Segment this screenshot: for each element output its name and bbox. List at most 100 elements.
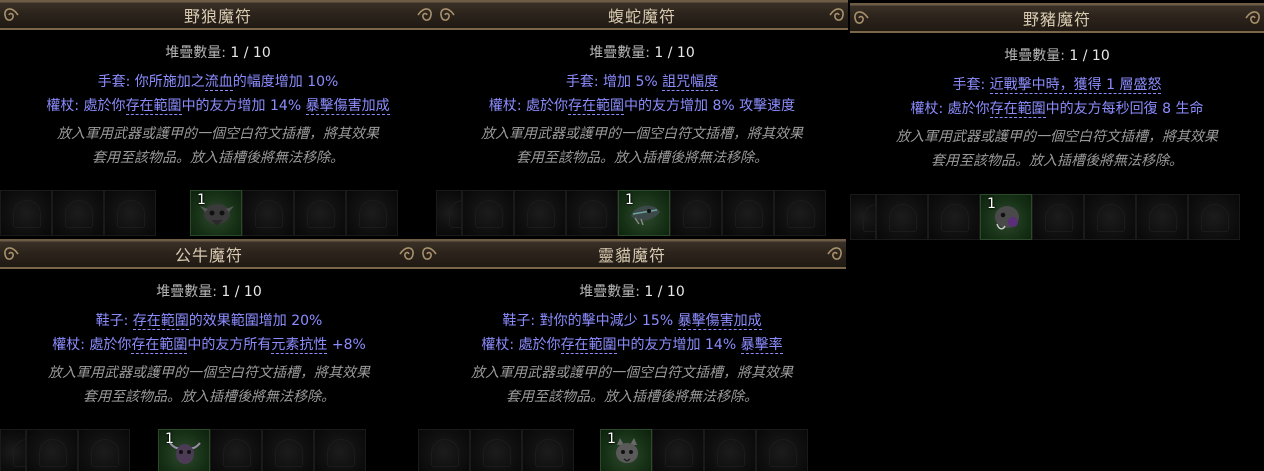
flavor-text: 放入軍用武器或護甲的一個空白符文插槽，將其效果 套用至該物品。放入插槽後將無法移… [436, 122, 848, 170]
mod-text: 中的友方所有 [187, 337, 272, 353]
stack-value: 1 / 10 [644, 284, 685, 300]
keyword-link[interactable]: 流血 [204, 74, 233, 91]
inventory-slot[interactable] [670, 190, 722, 236]
inventory-slot[interactable] [774, 190, 826, 236]
boar-skull-icon [989, 200, 1025, 238]
ornament-right-icon [1244, 7, 1262, 29]
flavor-line: 套用至該物品。放入插槽後將無法移除。 [92, 150, 344, 166]
inventory-slot[interactable] [294, 190, 346, 236]
keyword-link[interactable]: 存在範圍 [132, 313, 189, 330]
ornament-right-icon [828, 4, 846, 26]
tooltip-panel-bull: 公牛魔符 堆疊數量: 1 / 10 鞋子: 存在範圍的效果範圍增加 20% 權杖… [0, 239, 418, 471]
stack-size: 堆疊數量: 1 / 10 [850, 45, 1264, 67]
flavor-line: 套用至該物品。放入插槽後將無法移除。 [516, 150, 768, 166]
tooltip-panel-cat: 靈貓魔符 堆疊數量: 1 / 10 鞋子: 對你的擊中減少 15% 暴擊傷害加成… [418, 239, 846, 471]
ornament-left-icon [438, 4, 456, 26]
mod-line: 手套: 增加 5% 詛咒幅度 [436, 70, 848, 94]
stack-label: 堆疊數量: [579, 284, 645, 300]
inventory-slot[interactable] [104, 190, 156, 236]
stack-label: 堆疊數量: [1004, 48, 1070, 64]
mod-line: 權杖: 處於你存在範圍中的友方每秒回復 8 生命 [850, 97, 1264, 121]
inventory-slot[interactable] [514, 190, 566, 236]
keyword-link[interactable]: 暴擊率 [740, 337, 783, 354]
inventory-slot[interactable] [78, 429, 130, 471]
inventory-slot[interactable] [210, 429, 262, 471]
inventory-slot[interactable] [522, 429, 574, 471]
inventory-slot[interactable] [722, 190, 774, 236]
inventory-slot[interactable] [0, 429, 41, 471]
inventory-slot[interactable] [52, 190, 104, 236]
mod-line: 權杖: 處於你存在範圍中的友方增加 14% 暴擊率 [418, 333, 846, 357]
inventory-slot[interactable] [1032, 194, 1084, 240]
keyword-link[interactable]: 暴擊傷害加成 [305, 98, 390, 115]
inventory-slot[interactable] [652, 429, 704, 471]
keyword-link[interactable]: 存在範圍 [560, 337, 617, 354]
ornament-left-icon [2, 243, 20, 265]
inventory-slot[interactable] [1136, 194, 1188, 240]
keyword-link[interactable]: 暴擊傷害加成 [677, 313, 762, 330]
flavor-text: 放入軍用武器或護甲的一個空白符文插槽，將其效果 套用至該物品。放入插槽後將無法移… [0, 361, 418, 409]
inventory-slot[interactable] [314, 429, 366, 471]
inventory-slot[interactable] [242, 190, 294, 236]
mod-text: 權杖: 處於你 [52, 337, 132, 353]
flavor-line: 放入軍用武器或護甲的一個空白符文插槽，將其效果 [471, 365, 793, 381]
inventory-slot[interactable] [876, 194, 928, 240]
keyword-link[interactable]: 存在範圍 [568, 98, 625, 115]
mod-text: 的效果範圍增加 20% [188, 313, 323, 329]
keyword-link[interactable]: 元素抗性 [271, 337, 328, 354]
inventory-slot[interactable] [346, 190, 398, 236]
inventory-strip: 1 [0, 429, 418, 471]
mod-text: 中的友方每秒回復 8 生命 [1045, 101, 1204, 117]
flavor-line: 放入軍用武器或護甲的一個空白符文插槽，將其效果 [481, 126, 803, 142]
ornament-left-icon [2, 4, 20, 26]
keyword-link[interactable]: 存在範圍 [125, 98, 182, 115]
mod-line: 鞋子: 對你的擊中減少 15% 暴擊傷害加成 [418, 309, 846, 333]
inventory-slot[interactable] [1084, 194, 1136, 240]
inventory-slot[interactable] [470, 429, 522, 471]
keyword-link[interactable]: 近戰擊中時，獲得 1 層盛怒 [989, 77, 1162, 94]
tooltip-header: 野狼魔符 [0, 0, 436, 30]
inventory-slot[interactable] [0, 190, 52, 236]
tooltip-stage: 野狼魔符 堆疊數量: 1 / 10 手套: 你所施加之流血的幅度增加 10% 權… [0, 0, 1264, 471]
item-slot[interactable]: 1 [158, 429, 210, 471]
inventory-slot[interactable] [704, 429, 756, 471]
item-slot[interactable]: 1 [980, 194, 1032, 240]
tooltip-header: 公牛魔符 [0, 239, 418, 269]
mod-text: 中的友方增加 14% [616, 337, 741, 353]
ornament-right-icon [416, 4, 434, 26]
inventory-slot[interactable] [756, 429, 808, 471]
item-slot[interactable]: 1 [600, 429, 652, 471]
inventory-slot[interactable] [26, 429, 78, 471]
inventory-slot[interactable] [436, 190, 477, 236]
flavor-line: 套用至該物品。放入插槽後將無法移除。 [506, 389, 758, 405]
flavor-line: 放入軍用武器或護甲的一個空白符文插槽，將其效果 [57, 126, 379, 142]
stack-value: 1 / 10 [1069, 48, 1110, 64]
inventory-slot[interactable] [418, 429, 470, 471]
mod-text: 鞋子: [95, 313, 133, 329]
tooltip-header: 靈貓魔符 [418, 239, 846, 269]
inventory-slot[interactable] [1188, 194, 1240, 240]
mod-text: 權杖: 處於你 [910, 101, 990, 117]
tooltip-panel-wolf: 野狼魔符 堆疊數量: 1 / 10 手套: 你所施加之流血的幅度增加 10% 權… [0, 0, 436, 236]
inventory-slot[interactable] [566, 190, 618, 236]
keyword-link[interactable]: 詛咒幅度 [662, 74, 719, 91]
keyword-link[interactable]: 存在範圍 [131, 337, 188, 354]
mod-line: 手套: 近戰擊中時，獲得 1 層盛怒 [850, 73, 1264, 97]
item-title: 靈貓魔符 [597, 246, 666, 265]
item-slot[interactable]: 1 [618, 190, 670, 236]
stack-value: 1 / 10 [230, 45, 271, 61]
tooltip-header: 野豬魔符 [850, 3, 1264, 33]
inventory-slot[interactable] [462, 190, 514, 236]
inventory-slot[interactable] [928, 194, 980, 240]
keyword-link[interactable]: 存在範圍 [989, 101, 1046, 118]
stack-value: 1 / 10 [654, 45, 695, 61]
mod-line: 權杖: 處於你存在範圍中的友方增加 8% 攻擊速度 [436, 94, 848, 118]
stack-size: 堆疊數量: 1 / 10 [0, 281, 418, 303]
stack-label: 堆疊數量: [156, 284, 222, 300]
stack-size: 堆疊數量: 1 / 10 [418, 281, 846, 303]
ornament-left-icon [852, 7, 870, 29]
inventory-slot[interactable] [850, 194, 891, 240]
item-slot[interactable]: 1 [190, 190, 242, 236]
inventory-slot[interactable] [262, 429, 314, 471]
inventory-strip: 1 [0, 190, 436, 236]
